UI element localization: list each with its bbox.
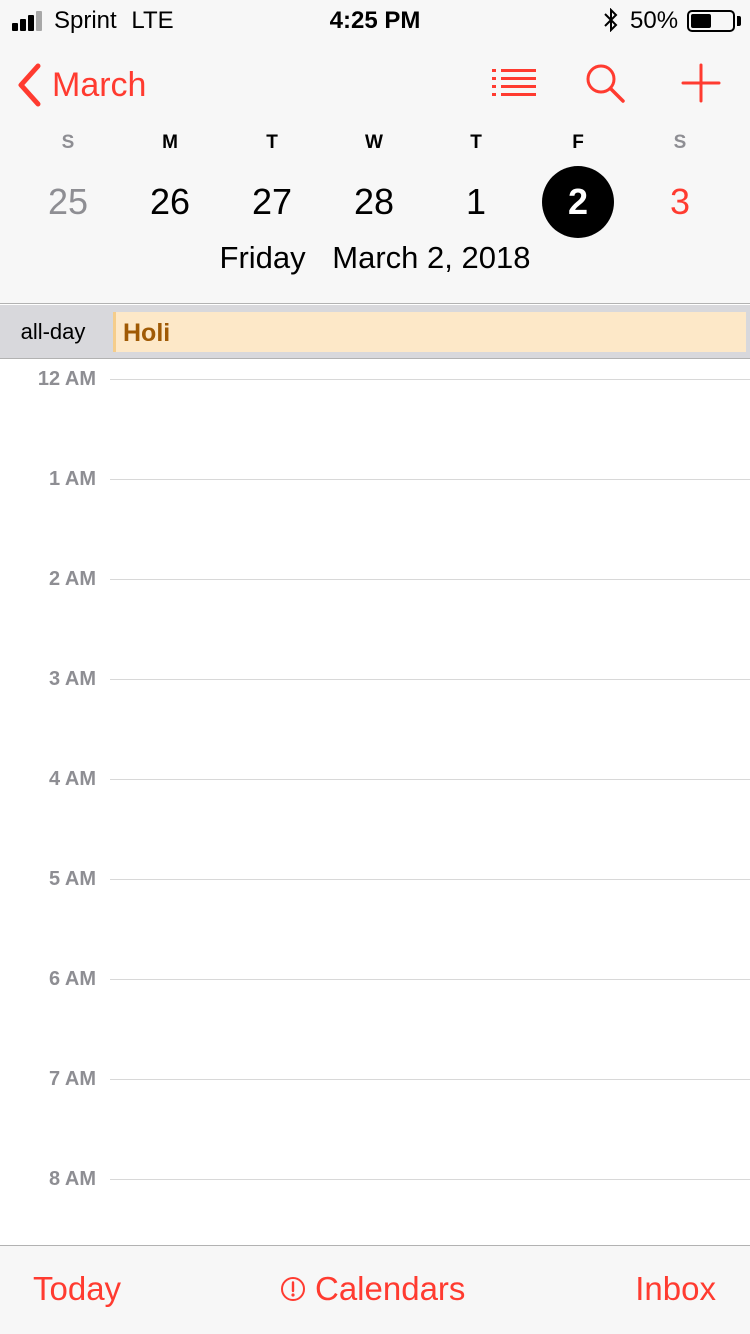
selected-weekday: Friday <box>219 240 306 275</box>
calendars-button[interactable]: Calendars <box>280 1270 465 1308</box>
weekday-letter: W <box>365 132 383 153</box>
week-date-cell[interactable]: 25 <box>32 166 104 238</box>
all-day-event[interactable]: Holi <box>113 312 746 352</box>
weekday-letter: S <box>61 132 75 153</box>
hour-gridline <box>110 1079 750 1080</box>
hour-row[interactable]: 3 AM <box>0 660 750 760</box>
week-date-cell[interactable]: 28 <box>338 166 410 238</box>
bluetooth-icon <box>604 8 618 32</box>
week-date-cell[interactable]: 2 <box>542 166 614 238</box>
week-dates: 25 26 27 28 1 2 3 <box>0 166 750 242</box>
hour-label: 6 AM <box>48 968 96 990</box>
hour-label: 5 AM <box>48 868 96 890</box>
hour-label: 7 AM <box>48 1068 96 1090</box>
hour-row[interactable]: 1 AM <box>0 460 750 560</box>
day-timeline[interactable]: 12 AM 1 AM 2 AM 3 AM 4 AM 5 AM 6 AM 7 AM 8 AM <box>0 360 750 1245</box>
week-date-cell[interactable]: 27 <box>236 166 308 238</box>
weekday-letter: F <box>572 132 584 153</box>
hour-row[interactable]: 2 AM <box>0 560 750 660</box>
hour-row[interactable]: 5 AM <box>0 860 750 960</box>
hour-gridline <box>110 579 750 580</box>
calendars-label: Calendars <box>315 1270 466 1307</box>
battery-nub <box>737 16 741 26</box>
search-icon[interactable] <box>584 62 626 104</box>
hour-gridline <box>110 879 750 880</box>
back-label: March <box>52 65 147 104</box>
hour-gridline <box>110 479 750 480</box>
battery-icon <box>687 10 735 32</box>
week-date-cell[interactable]: 1 <box>440 166 512 238</box>
selected-day-title: Friday March 2, 2018 <box>0 240 750 276</box>
hour-gridline <box>110 679 750 680</box>
all-day-label: all-day <box>20 319 86 344</box>
hour-label: 4 AM <box>48 768 96 790</box>
hour-row[interactable]: 4 AM <box>0 760 750 860</box>
tab-bar: Today Calendars Inbox <box>0 1245 750 1334</box>
calendar-app: Sprint LTE 4:25 PM 50% March S M T W T F… <box>0 0 750 1334</box>
hour-label: 8 AM <box>48 1168 96 1190</box>
all-day-row: all-day Holi <box>0 305 750 359</box>
today-button[interactable]: Today <box>33 1270 121 1308</box>
weekday-letter: M <box>162 132 178 153</box>
weekday-letter: T <box>470 132 482 153</box>
plus-icon[interactable] <box>680 62 722 104</box>
hour-label: 1 AM <box>48 468 96 490</box>
weekday-header: SMTWTFS <box>0 132 750 162</box>
battery-percent: 50% <box>630 7 679 34</box>
hour-label: 12 AM <box>37 368 96 390</box>
hour-row[interactable]: 6 AM <box>0 960 750 1060</box>
list-icon[interactable] <box>490 66 538 100</box>
battery-fill <box>691 14 711 28</box>
hour-gridline <box>110 379 750 380</box>
back-button[interactable]: March <box>16 60 146 110</box>
inbox-button[interactable]: Inbox <box>635 1270 716 1308</box>
hour-row[interactable]: 7 AM <box>0 1060 750 1160</box>
status-bar: Sprint LTE 4:25 PM 50% <box>0 0 750 40</box>
hour-label: 2 AM <box>48 568 96 590</box>
hour-label: 3 AM <box>48 668 96 690</box>
hour-row[interactable]: 12 AM <box>0 360 750 460</box>
weekday-letter: S <box>673 132 687 153</box>
hour-gridline <box>110 779 750 780</box>
selected-date: March 2, 2018 <box>332 240 531 275</box>
week-date-cell[interactable]: 3 <box>644 166 716 238</box>
hour-gridline <box>110 979 750 980</box>
weekday-letter: T <box>266 132 278 153</box>
alert-circle-icon <box>281 1277 305 1301</box>
week-date-cell[interactable]: 26 <box>134 166 206 238</box>
chevron-left-icon <box>18 63 41 107</box>
hour-gridline <box>110 1179 750 1180</box>
